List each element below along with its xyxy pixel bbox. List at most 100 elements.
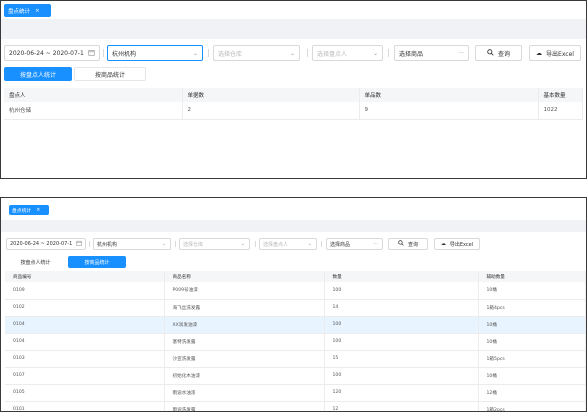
more-icon[interactable]: ··· bbox=[458, 50, 468, 57]
table-cell: 海飞丝洗发露 bbox=[164, 299, 325, 317]
column-header: 盘点人 bbox=[4, 88, 183, 102]
date-range-picker[interactable]: 2020-06-24 ~ 2020-07-1 bbox=[4, 45, 100, 61]
date-range-picker[interactable]: 2020-06-24 ~ 2020-07-1 bbox=[6, 238, 86, 250]
divider bbox=[103, 49, 104, 57]
tab-label: 盘点统计 bbox=[8, 8, 31, 15]
table-header-row: 商品编号 商品名称 数量 辅助数量 bbox=[5, 271, 586, 282]
export-label: 导出Excel bbox=[546, 50, 574, 58]
more-icon[interactable]: ··· bbox=[373, 241, 382, 247]
org-select[interactable]: 杭州机构 ⌄ bbox=[107, 45, 203, 61]
warehouse-select[interactable]: 选择仓库 ⌄ bbox=[179, 238, 250, 250]
table-row[interactable]: 杭州仓储 2 9 1022 bbox=[4, 102, 583, 120]
divider bbox=[175, 241, 176, 247]
table-row[interactable]: 0109 P009号油漆 100 10桶 bbox=[5, 282, 586, 300]
table-cell: 0104 bbox=[5, 316, 165, 334]
table-cell: 10桶 bbox=[478, 282, 586, 300]
table-cell: 1箱4pcs bbox=[478, 299, 586, 317]
column-header: 单据数 bbox=[182, 88, 360, 102]
table-cell: 0109 bbox=[5, 282, 165, 300]
org-value: 杭州机构 bbox=[112, 50, 137, 58]
table-cell: 9 bbox=[359, 102, 539, 120]
divider bbox=[255, 241, 256, 247]
product-placeholder: 选择商品 bbox=[330, 241, 351, 248]
warehouse-select[interactable]: 选择仓库 ⌄ bbox=[213, 45, 300, 61]
divider bbox=[321, 241, 322, 247]
table-cell: 10桶 bbox=[478, 367, 586, 385]
table-cell: 1箱2pcs bbox=[478, 401, 586, 411]
warehouse-placeholder: 选择仓库 bbox=[183, 241, 204, 248]
column-header: 单品数 bbox=[359, 88, 539, 102]
query-button[interactable]: 查询 bbox=[388, 238, 428, 250]
table-cell: P009号油漆 bbox=[164, 282, 325, 300]
table-cell: 100 bbox=[324, 316, 479, 334]
warehouse-placeholder: 选择仓库 bbox=[218, 50, 243, 58]
stats-panel-by-counter: 盘点统计 × 2020-06-24 ~ 2020-07-1 杭州机构 ⌄ 选择仓… bbox=[0, 0, 587, 179]
query-button[interactable]: 查询 bbox=[475, 45, 522, 61]
table-cell: 杭州仓储 bbox=[4, 102, 183, 120]
tab-inventory-stats[interactable]: 盘点统计 × bbox=[4, 4, 51, 17]
counter-stats-table: 盘点人 单据数 单品数 基本数量 杭州仓储 2 9 1022 bbox=[4, 88, 583, 120]
counter-placeholder: 选择盘点人 bbox=[263, 241, 289, 248]
divider bbox=[388, 49, 389, 57]
calendar-icon bbox=[76, 240, 85, 248]
counter-select[interactable]: 选择盘点人 ⌄ bbox=[259, 238, 317, 250]
close-icon[interactable]: × bbox=[36, 208, 40, 213]
counter-select[interactable]: 选择盘点人 ⌄ bbox=[312, 45, 383, 61]
table-cell: 1箱5pcs bbox=[478, 350, 586, 368]
table-row[interactable]: 0104 塞特洗发露 100 10桶 bbox=[5, 333, 586, 351]
chevron-down-icon: ⌄ bbox=[289, 49, 295, 57]
table-cell: 塞特洗发露 bbox=[164, 333, 325, 351]
date-range-value: 2020-06-24 ~ 2020-07-1 bbox=[10, 241, 73, 247]
table-cell: 0104 bbox=[5, 333, 165, 351]
chevron-down-icon: ⌄ bbox=[192, 49, 198, 57]
table-row[interactable]: 0102 海飞丝洗发露 14 1箱4pcs bbox=[5, 299, 586, 317]
table-cell: 初始化木油漆 bbox=[164, 367, 325, 385]
chevron-down-icon: ⌄ bbox=[372, 49, 378, 57]
table-row[interactable]: 0104 XX润发油漆 100 10桶 bbox=[5, 316, 586, 334]
counter-placeholder: 选择盘点人 bbox=[317, 50, 348, 58]
tab-inventory-stats[interactable]: 盘点统计 × bbox=[9, 205, 49, 215]
table-cell: 12桶 bbox=[478, 384, 586, 402]
column-header: 数量 bbox=[324, 271, 479, 282]
table-row[interactable]: 0101 雨迪洗发露 12 1箱2pcs bbox=[5, 401, 586, 411]
table-cell: 14 bbox=[324, 299, 479, 317]
export-excel-button[interactable]: ☁ 导出Excel bbox=[529, 45, 581, 61]
table-cell: 0107 bbox=[5, 367, 165, 385]
column-header: 基本数量 bbox=[538, 88, 583, 102]
toggle-by-product[interactable]: 按商品统计 bbox=[68, 256, 126, 268]
table-cell: 雨迪水油漆 bbox=[164, 384, 325, 402]
divider bbox=[307, 49, 308, 57]
table-cell: 100 bbox=[324, 282, 479, 300]
toggle-by-counter[interactable]: 按盘点人统计 bbox=[4, 67, 72, 81]
table-cell: 0101 bbox=[5, 401, 165, 411]
cloud-download-icon: ☁ bbox=[536, 49, 543, 57]
table-row[interactable]: 0105 雨迪水油漆 120 12桶 bbox=[5, 384, 586, 402]
close-icon[interactable]: × bbox=[35, 8, 40, 14]
search-icon bbox=[398, 240, 404, 248]
date-range-value: 2020-06-24 ~ 2020-07-1 bbox=[9, 49, 84, 57]
org-select[interactable]: 杭州机构 ⌄ bbox=[93, 238, 171, 250]
table-row[interactable]: 0103 沙宣洗发露 15 1箱5pcs bbox=[5, 350, 586, 368]
product-select[interactable]: 选择商品 ··· bbox=[394, 45, 469, 61]
chevron-down-icon: ⌄ bbox=[307, 241, 312, 247]
divider bbox=[89, 241, 90, 247]
query-label: 查询 bbox=[497, 50, 510, 58]
table-cell: 100 bbox=[324, 367, 479, 385]
table-cell: 雨迪洗发露 bbox=[164, 401, 325, 411]
table-cell: 2 bbox=[182, 102, 360, 120]
content-strip bbox=[1, 220, 586, 232]
product-placeholder: 选择商品 bbox=[399, 50, 424, 58]
toggle-by-product[interactable]: 按商品统计 bbox=[74, 67, 146, 81]
toggle-label: 按商品统计 bbox=[94, 71, 125, 79]
table-cell: XX润发油漆 bbox=[164, 316, 325, 334]
toggle-by-counter[interactable]: 按盘点人统计 bbox=[6, 256, 65, 268]
org-value: 杭州机构 bbox=[97, 241, 118, 248]
product-stats-table: 商品编号 商品名称 数量 辅助数量 0109 P009号油漆 100 10桶 0… bbox=[5, 271, 586, 411]
export-excel-button[interactable]: ☁ 导出Excel bbox=[434, 238, 480, 250]
column-header: 辅助数量 bbox=[478, 271, 586, 282]
product-select[interactable]: 选择商品 ··· bbox=[326, 238, 383, 250]
content-strip bbox=[1, 19, 586, 39]
table-cell: 12 bbox=[324, 401, 479, 411]
divider bbox=[208, 49, 209, 57]
table-row[interactable]: 0107 初始化木油漆 100 10桶 bbox=[5, 367, 586, 385]
